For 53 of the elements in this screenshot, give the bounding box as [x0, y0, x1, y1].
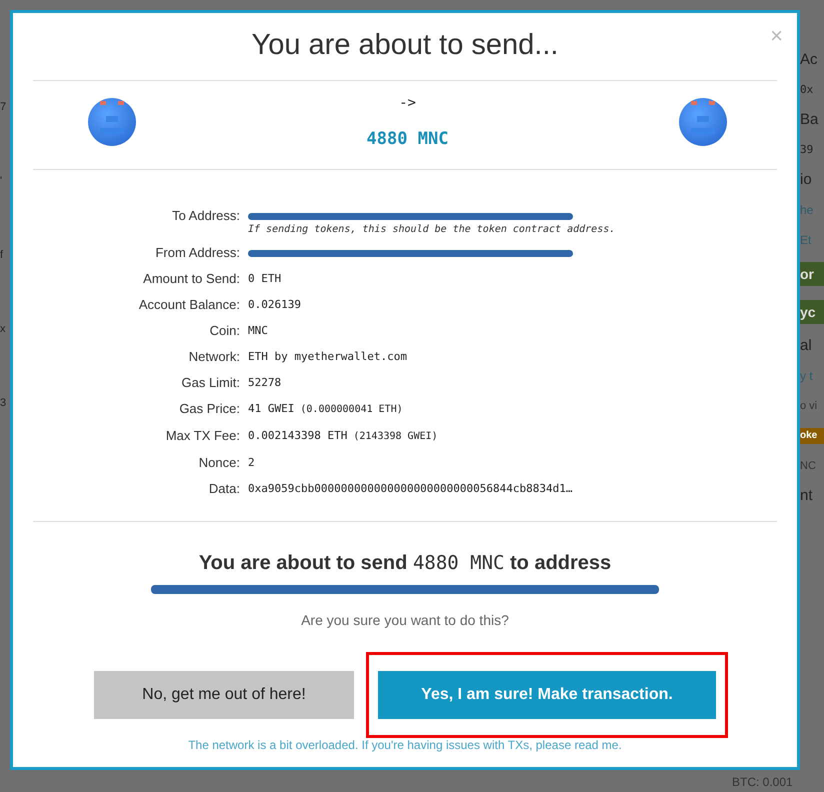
- background-text: oke: [800, 428, 824, 444]
- summary-text: You are about to send 4880 MNC to address: [198, 552, 612, 575]
- field-value: 0.026139: [248, 297, 302, 313]
- field-label: From Address:: [154, 245, 240, 261]
- background-text: NC: [800, 459, 817, 474]
- background-text: y t: [800, 368, 814, 384]
- background-text: 39: [800, 142, 814, 158]
- amount-text: 4880 MNC: [366, 129, 448, 149]
- identicon-avatar: [88, 98, 136, 146]
- field-value: 0xa9059cbb000000000000000000000000056844cb8834d1…: [248, 481, 574, 497]
- background-text: al: [800, 338, 813, 354]
- field-value: 0 ETH: [248, 271, 282, 287]
- background-text: 0x: [800, 82, 814, 98]
- field-value: 0.002143398 ETH (2143398 GWEI): [248, 428, 439, 444]
- field-label: Coin:: [208, 323, 240, 339]
- background-text: BTC: 0.001: [732, 775, 794, 789]
- background-text: he: [800, 202, 814, 218]
- field-value: 2: [248, 455, 256, 471]
- background-text: nt: [800, 488, 814, 504]
- background-text: f: [0, 248, 4, 262]
- field-label: To Address:: [171, 208, 240, 224]
- field-label: Account Balance:: [138, 297, 240, 313]
- field-label: Gas Limit:: [180, 375, 240, 391]
- background-text: Ba: [800, 112, 820, 128]
- background-text: Et: [800, 232, 812, 248]
- dialog-title: You are about to send...: [252, 28, 558, 63]
- background-text: or: [800, 262, 824, 286]
- confirm-button[interactable]: Yes, I am sure! Make transaction.: [378, 671, 716, 719]
- background-text: yc: [800, 300, 824, 324]
- background-text: 3: [0, 396, 8, 410]
- background-text: io: [800, 172, 813, 188]
- help-link[interactable]: The network is a bit overloaded. If you're having issues with TXs, please read me.: [188, 738, 622, 752]
- field-value: 41 GWEI (0.000000041 ETH): [248, 401, 404, 417]
- field-value: ETH by myetherwallet.com: [248, 349, 408, 365]
- confirm-question: Are you sure you want to do this?: [301, 612, 509, 628]
- field-label: Data:: [208, 481, 240, 497]
- field-value: 52278: [248, 375, 282, 391]
- hint-text: If sending tokens, this should be the token contract address.: [248, 224, 616, 235]
- background-text: Ac: [800, 52, 819, 68]
- field-label: Gas Price:: [178, 401, 240, 417]
- field-label: Amount to Send:: [142, 271, 240, 287]
- field-label: Max TX Fee:: [164, 428, 240, 444]
- field-value: MNC: [248, 323, 269, 339]
- background-text: 7: [0, 100, 8, 114]
- field-label: Nonce:: [198, 455, 240, 471]
- identicon-avatar: [678, 98, 727, 146]
- field-label: Network:: [188, 349, 240, 365]
- close-button[interactable]: ×: [770, 25, 783, 47]
- background-text: o vi: [800, 399, 818, 414]
- background-text: ': [0, 174, 4, 188]
- arrow-text: ->: [399, 95, 416, 111]
- background-text: x: [0, 322, 6, 336]
- cancel-button[interactable]: No, get me out of here!: [94, 671, 354, 719]
